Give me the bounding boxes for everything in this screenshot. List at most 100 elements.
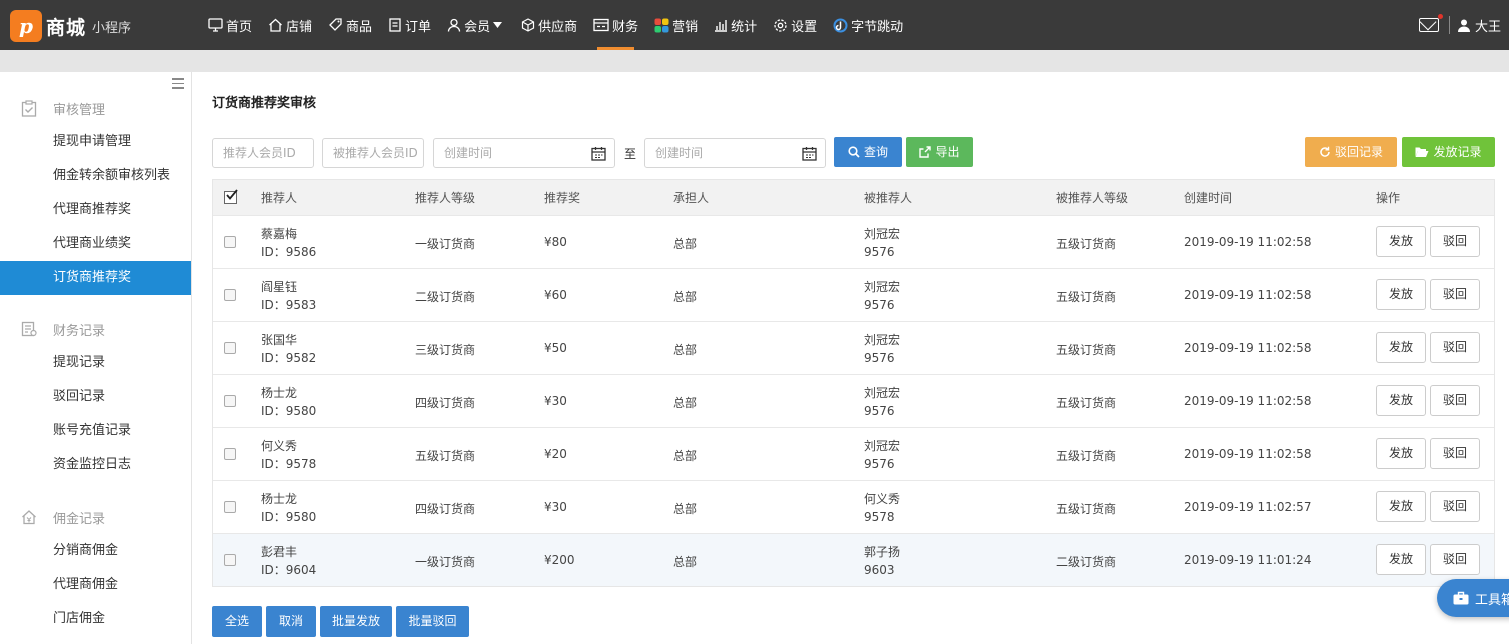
table-header: 推荐人 推荐人等级 推荐奖 承担人 被推荐人 被推荐人等级 创建时间 操作 [213, 179, 1494, 215]
toolbox-button[interactable]: 工具箱 [1437, 579, 1509, 617]
created-time: 2019-09-19 11:02:58 [1184, 341, 1312, 355]
sidebar-item-withdraw-apply[interactable]: 提现申请管理 [0, 125, 191, 159]
reject-button[interactable]: 驳回 [1430, 279, 1480, 310]
export-button[interactable]: 导出 [906, 137, 973, 167]
user-name[interactable]: 大王 [1475, 16, 1501, 35]
tag-icon [329, 18, 342, 31]
referee-id-input[interactable]: 被推荐人会员ID [322, 138, 424, 168]
nav-item-suppliers[interactable]: 供应商 [517, 0, 581, 50]
sidebar-item-commission-to-balance[interactable]: 佣金转余额审核列表 [0, 159, 191, 193]
nav-label: 商品 [346, 19, 373, 35]
calendar-icon[interactable] [591, 146, 606, 161]
issue-button[interactable]: 发放 [1376, 491, 1426, 522]
sidebar-item-agent-performance[interactable]: 代理商业绩奖 [0, 227, 191, 261]
reject-button[interactable]: 驳回 [1430, 226, 1480, 257]
sidebar-item-store-commission[interactable]: 门店佣金 [0, 602, 191, 636]
sidebar-item-agent-referral[interactable]: 代理商推荐奖 [0, 193, 191, 227]
notification-dot [1437, 14, 1443, 19]
nav-item-finance[interactable]: 财务 [589, 0, 642, 50]
referee-id: 9576 [864, 351, 895, 365]
sidebar-item-fund-monitor-log[interactable]: 资金监控日志 [0, 448, 191, 482]
gear-icon [774, 18, 787, 32]
sidebar-item-distributor-commission[interactable]: 分销商佣金 [0, 534, 191, 568]
user-avatar-icon [1457, 19, 1470, 32]
nav-item-goods[interactable]: 商品 [324, 0, 376, 50]
reject-button[interactable]: 驳回 [1430, 491, 1480, 522]
main-content: 订货商推荐奖审核 推荐人会员ID 被推荐人会员ID 创建时间 至 创建时间 查询… [192, 72, 1509, 644]
referrer-id-input[interactable]: 推荐人会员ID [212, 138, 314, 168]
reject-button[interactable]: 驳回 [1430, 332, 1480, 363]
menu-toggle-icon[interactable] [172, 78, 184, 92]
nav-item-settings[interactable]: 设置 [769, 0, 821, 50]
reward-amount: ¥30 [544, 394, 567, 408]
header-strip [0, 50, 1509, 72]
created-time: 2019-09-19 11:02:57 [1184, 500, 1312, 514]
referee-level: 五级订货商 [1056, 237, 1117, 251]
nav-label: 供应商 [538, 19, 578, 35]
nav-item-bytedance[interactable]: 字节跳动 [829, 0, 907, 50]
reject-button[interactable]: 驳回 [1430, 544, 1480, 575]
batch-issue-button[interactable]: 批量发放 [320, 606, 392, 637]
sidebar-item-dealer-referral[interactable]: 订货商推荐奖 [0, 261, 191, 295]
sidebar-item-reject-records[interactable]: 驳回记录 [0, 380, 191, 414]
row-checkbox[interactable] [224, 342, 236, 354]
sidebar-item-withdraw-records[interactable]: 提现记录 [0, 346, 191, 380]
reject-records-button[interactable]: 驳回记录 [1305, 137, 1397, 167]
calendar-icon[interactable] [802, 146, 817, 161]
referrer-name: 何义秀 [261, 439, 298, 453]
sidebar-group-commission-records[interactable]: 佣金记录 [0, 505, 191, 529]
referee-cell: 郭子扬 9603 [864, 543, 900, 579]
select-all-checkbox[interactable] [224, 189, 238, 204]
sidebar-item-agent-commission[interactable]: 代理商佣金 [0, 568, 191, 602]
nav-label: 财务 [612, 19, 639, 35]
referrer-id: ID：9583 [261, 298, 317, 312]
nav-item-marketing[interactable]: 营销 [650, 0, 702, 50]
brand-logo[interactable]: p 商城 小程序 [10, 9, 131, 43]
referee-name: 刘冠宏 [864, 439, 901, 453]
nav-item-orders[interactable]: 订单 [384, 0, 435, 50]
issue-records-label: 发放记录 [1433, 145, 1482, 159]
issue-records-button[interactable]: 发放记录 [1402, 137, 1495, 167]
house-yen-icon [22, 510, 36, 525]
reject-button[interactable]: 驳回 [1430, 438, 1480, 469]
nav-item-members[interactable]: 会员 [443, 0, 509, 50]
referee-id: 9603 [864, 563, 895, 577]
briefcase-icon [1453, 591, 1469, 605]
issue-button[interactable]: 发放 [1376, 544, 1426, 575]
end-time-input[interactable]: 创建时间 [644, 138, 826, 168]
start-time-input[interactable]: 创建时间 [433, 138, 615, 168]
sidebar-group-label: 审核管理 [53, 102, 106, 118]
mail-icon[interactable] [1418, 14, 1443, 32]
issue-button[interactable]: 发放 [1376, 385, 1426, 416]
cancel-button[interactable]: 取消 [266, 606, 316, 637]
row-checkbox[interactable] [224, 554, 236, 566]
sidebar-group-audit[interactable]: 审核管理 [0, 96, 191, 120]
nav-item-stats[interactable]: 统计 [710, 0, 761, 50]
nav-label: 统计 [731, 19, 758, 35]
referee-id: 9576 [864, 245, 895, 259]
clipboard-check-icon [21, 99, 37, 117]
batch-reject-button[interactable]: 批量驳回 [396, 606, 469, 637]
issue-button[interactable]: 发放 [1376, 332, 1426, 363]
issue-button[interactable]: 发放 [1376, 279, 1426, 310]
select-all-button[interactable]: 全选 [212, 606, 262, 637]
col-referrer: 推荐人 [261, 191, 298, 205]
referrer-level: 三级订货商 [415, 343, 476, 357]
nav-item-home[interactable]: 首页 [204, 0, 256, 50]
referee-name: 刘冠宏 [864, 227, 901, 241]
issue-button[interactable]: 发放 [1376, 438, 1426, 469]
row-checkbox[interactable] [224, 501, 236, 513]
nav-item-shop[interactable]: 店铺 [264, 0, 316, 50]
nav-label: 营销 [672, 19, 699, 35]
row-checkbox[interactable] [224, 236, 236, 248]
sidebar-group-finance-records[interactable]: 财务记录 [0, 317, 191, 341]
search-button[interactable]: 查询 [834, 137, 902, 167]
row-checkbox[interactable] [224, 395, 236, 407]
row-checkbox[interactable] [224, 448, 236, 460]
reject-button[interactable]: 驳回 [1430, 385, 1480, 416]
row-checkbox[interactable] [224, 289, 236, 301]
referrer-name: 张国华 [261, 333, 298, 347]
issue-button[interactable]: 发放 [1376, 226, 1426, 257]
nav-label: 字节跳动 [851, 19, 904, 35]
sidebar-item-recharge-records[interactable]: 账号充值记录 [0, 414, 191, 448]
